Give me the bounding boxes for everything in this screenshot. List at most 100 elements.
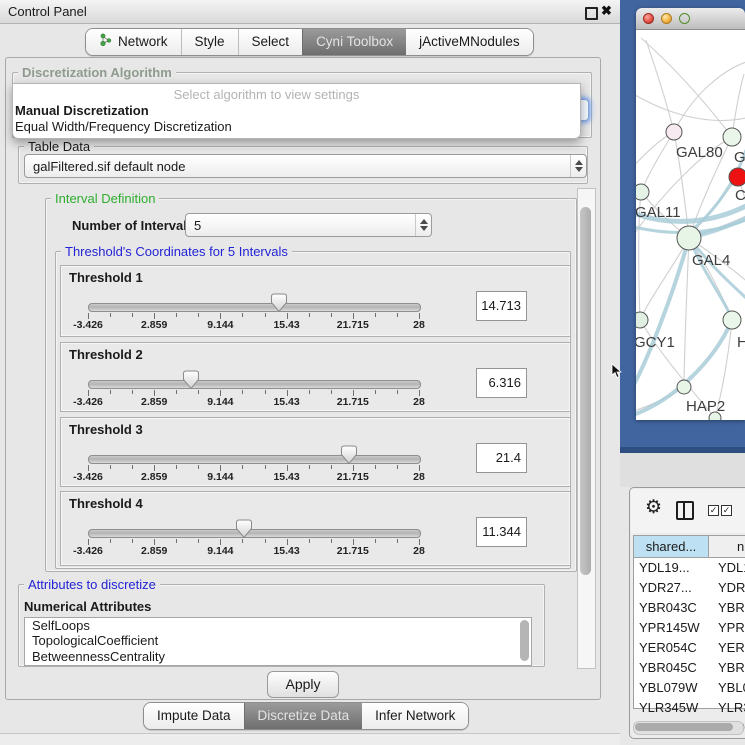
slider-track[interactable] — [88, 455, 421, 464]
minor-tick — [375, 539, 376, 543]
network-node-gal80[interactable] — [666, 124, 682, 140]
minor-tick — [242, 539, 243, 543]
attribute-item[interactable]: TopologicalCoefficient — [25, 633, 531, 648]
slider-track[interactable] — [88, 303, 421, 312]
attribute-item[interactable]: SelfLoops — [25, 618, 531, 633]
algorithm-dropdown-popup[interactable]: Select algorithm to view settings Manual… — [12, 83, 581, 139]
table-row[interactable]: YBR045CYBR0 — [634, 658, 745, 678]
minor-tick — [397, 465, 398, 469]
checkbox-icon[interactable]: ✓ — [708, 505, 719, 516]
tab-label: Discretize Data — [258, 703, 350, 729]
network-node-h[interactable] — [723, 311, 741, 329]
slider-thumb[interactable] — [270, 293, 288, 313]
number-of-intervals-combo[interactable]: 5 — [185, 213, 432, 237]
network-edge — [684, 238, 689, 387]
tick-label: 28 — [397, 396, 441, 408]
minor-tick — [397, 539, 398, 543]
mac-close-icon[interactable] — [643, 13, 654, 24]
tab-select[interactable]: Select — [238, 29, 303, 55]
tab-discretize-data[interactable]: Discretize Data — [244, 703, 363, 729]
tab-style[interactable]: Style — [181, 29, 238, 55]
table-row[interactable]: YBR043CYBR0 — [634, 598, 745, 618]
algorithm-option-1[interactable]: Manual Discretization — [15, 103, 149, 118]
attribute-item[interactable]: BetweennessCentrality — [25, 649, 531, 664]
table-row[interactable]: YER054CYER0 — [634, 638, 745, 658]
table-horizontal-scrollbar[interactable] — [633, 721, 744, 735]
combo-stepper-icon — [415, 214, 431, 236]
minor-tick — [331, 465, 332, 469]
tab-cyni-toolbox[interactable]: Cyni Toolbox — [302, 29, 406, 55]
column-layout-icon[interactable] — [676, 501, 694, 520]
table-row[interactable]: YDL19...YDL1 — [634, 558, 745, 578]
tick-label: -3.426 — [66, 396, 110, 408]
column-header-1[interactable]: shared... — [634, 536, 709, 557]
threshold-value-field[interactable]: 14.713 — [476, 291, 527, 321]
panel-vertical-scrollbar[interactable] — [577, 188, 596, 669]
network-node-gcy1[interactable] — [636, 312, 648, 328]
panel-scrollbar-thumb[interactable] — [580, 207, 591, 575]
minor-tick — [110, 539, 111, 543]
mac-minimize-icon[interactable] — [661, 13, 672, 24]
algorithm-option-2[interactable]: Equal Width/Frequency Discretization — [15, 119, 232, 134]
minor-tick — [110, 390, 111, 394]
node-attribute-table[interactable]: shared...n YDL19...YDL1YDR27...YDR2YBR04… — [633, 535, 745, 709]
minor-tick — [132, 539, 133, 543]
node-label: C — [735, 187, 745, 204]
table-data-combo[interactable]: galFiltered.sif default node — [24, 154, 587, 178]
table-row[interactable]: YBL079WYBL0 — [634, 678, 745, 698]
cell-name: YLR3 — [714, 698, 745, 718]
checkbox-icon[interactable]: ✓ — [721, 505, 732, 516]
minor-tick — [309, 465, 310, 469]
network-node-gal4[interactable] — [677, 226, 701, 250]
threshold-2-panel: Threshold 2-3.4262.8599.14415.4321.71528… — [60, 342, 571, 412]
float-window-icon[interactable] — [585, 7, 598, 20]
tab-infer-network[interactable]: Infer Network — [362, 703, 468, 729]
slider-thumb[interactable] — [340, 445, 358, 465]
tab-network[interactable]: Network — [86, 29, 181, 55]
minor-tick — [110, 313, 111, 317]
threshold-value-field[interactable]: 6.316 — [476, 368, 527, 398]
discretization-algorithm-label: Discretization Algorithm — [18, 65, 176, 80]
table-scrollbar-thumb[interactable] — [635, 723, 733, 731]
cell-name: YDL1 — [714, 558, 745, 578]
tab-impute-data[interactable]: Impute Data — [144, 703, 244, 729]
numerical-attributes-list[interactable]: SelfLoopsTopologicalCoefficientBetweenne… — [24, 617, 532, 666]
tick-label: 9.144 — [198, 319, 242, 331]
tick-label: 15.43 — [265, 471, 309, 483]
close-icon[interactable]: ✖ — [601, 3, 612, 19]
network-canvas[interactable]: GAL80GACGAL11GAL4GCY1HHAP2 — [636, 30, 745, 420]
slider-thumb[interactable] — [182, 370, 200, 390]
table-row[interactable]: YPR145WYPR1 — [634, 618, 745, 638]
tick-label: 2.859 — [132, 545, 176, 557]
minor-tick — [132, 390, 133, 394]
slider-thumb[interactable] — [235, 519, 253, 539]
list-scrollbar-thumb[interactable] — [520, 620, 529, 661]
minor-tick — [397, 313, 398, 317]
cell-shared-name: YBR043C — [634, 598, 714, 618]
mac-zoom-icon[interactable] — [679, 13, 690, 24]
node-label: GAL4 — [692, 252, 730, 269]
column-header-2[interactable]: n — [709, 536, 745, 557]
threshold-value-field[interactable]: 21.4 — [476, 443, 527, 473]
network-node-gal11[interactable] — [636, 184, 649, 200]
network-node-ga[interactable] — [723, 128, 741, 146]
table-row[interactable]: YDR27...YDR2 — [634, 578, 745, 598]
network-window[interactable]: GAL80GACGAL11GAL4GCY1HHAP2 — [636, 8, 745, 420]
minor-tick — [265, 390, 266, 394]
network-node-c[interactable] — [729, 168, 745, 186]
tab-jactivemnodules[interactable]: jActiveMNodules — [406, 29, 533, 55]
settings-gear-icon[interactable]: ⚙ — [645, 498, 662, 517]
tab-label: Network — [118, 29, 168, 55]
network-node-hap2[interactable] — [677, 380, 691, 394]
apply-button[interactable]: Apply — [267, 671, 339, 698]
threshold-value-field[interactable]: 11.344 — [476, 517, 527, 547]
slider-track[interactable] — [88, 529, 421, 538]
table-row[interactable]: YLR345WYLR3 — [634, 698, 745, 718]
slider-track[interactable] — [88, 380, 421, 389]
window-title: Control Panel — [8, 4, 87, 19]
cell-name: YBL0 — [714, 678, 745, 698]
tick-label: 2.859 — [132, 471, 176, 483]
node-label: GAL11 — [636, 204, 681, 221]
threshold-label: Threshold 1 — [69, 270, 143, 285]
network-node[interactable] — [709, 412, 721, 420]
